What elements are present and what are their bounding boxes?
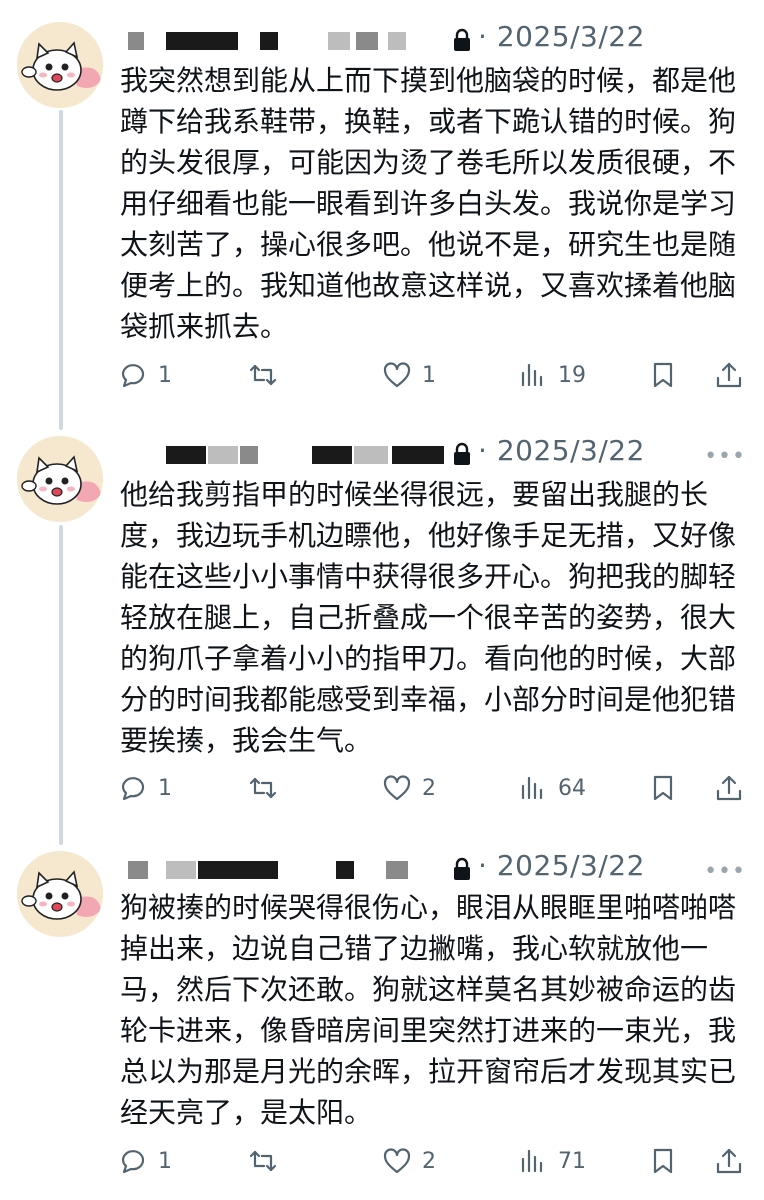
views-count: 64 [558, 775, 586, 801]
action-bar: 1 2 71 [118, 1141, 748, 1181]
like-icon [383, 362, 411, 388]
more-icon[interactable]: ••• [704, 444, 746, 469]
redacted-name [128, 32, 144, 50]
like-button[interactable]: 2 [382, 768, 436, 808]
tweet-date[interactable]: · 2025/3/22 [478, 849, 645, 882]
like-button[interactable]: 1 [382, 355, 436, 395]
tweet-text: 我突然想到能从上而下摸到他脑袋的时候，都是他蹲下给我系鞋带，换鞋，或者下跪认错的… [120, 64, 737, 343]
views-count: 71 [558, 1148, 586, 1174]
redacted-name [240, 861, 278, 879]
more-icon[interactable]: ••• [704, 859, 746, 884]
retweet-icon [249, 777, 277, 799]
action-bar: 1 1 19 [118, 355, 748, 395]
bookmark-button[interactable] [648, 1141, 678, 1181]
views-count: 19 [558, 362, 586, 388]
avatar[interactable] [17, 22, 103, 108]
like-count: 2 [422, 775, 436, 801]
redacted-name [240, 446, 258, 464]
like-count: 1 [422, 362, 436, 388]
tweet-text: 狗被揍的时候哭得很伤心，眼泪从眼眶里啪嗒啪嗒掉出来，边说自己错了边撇嘴，我心软就… [120, 891, 737, 1129]
tweet[interactable]: · 2025/3/22 ••• 狗被揍的时候哭得很伤心，眼泪从眼眶里啪嗒啪嗒掉出… [0, 847, 764, 1197]
redacted-name [166, 861, 196, 879]
avatar[interactable] [17, 851, 103, 937]
bookmark-button[interactable] [648, 355, 678, 395]
tweet[interactable]: · 2025/3/22 我突然想到能从上而下摸到他脑袋的时候，都是他蹲下给我系鞋… [0, 18, 764, 418]
redacted-handle [312, 446, 352, 464]
retweet-icon [249, 1150, 277, 1172]
redacted-handle [392, 446, 444, 464]
like-icon [383, 775, 411, 801]
reply-icon [121, 1150, 145, 1174]
tweet-date[interactable]: · 2025/3/22 [478, 434, 645, 467]
views-icon [521, 1149, 543, 1173]
share-button[interactable] [714, 355, 744, 395]
lock-icon [452, 857, 472, 881]
reply-icon [121, 777, 145, 801]
views-icon [521, 363, 543, 387]
redacted-name [208, 446, 238, 464]
bookmark-button[interactable] [648, 768, 678, 808]
redacted-handle [356, 32, 378, 50]
views-icon [521, 776, 543, 800]
lock-icon [452, 28, 472, 52]
redacted-handle [328, 32, 350, 50]
avatar[interactable] [17, 436, 103, 522]
redacted-name [166, 32, 238, 50]
reply-button[interactable]: 1 [118, 768, 172, 808]
share-icon [716, 362, 742, 388]
retweet-button[interactable] [248, 355, 288, 395]
reply-icon [121, 364, 145, 388]
views-button[interactable]: 71 [518, 1141, 586, 1181]
share-icon [716, 1148, 742, 1174]
bookmark-icon [653, 362, 673, 388]
bookmark-icon [653, 1148, 673, 1174]
views-button[interactable]: 19 [518, 355, 586, 395]
share-button[interactable] [714, 768, 744, 808]
tweet-header: · 2025/3/22 [120, 18, 760, 58]
retweet-button[interactable] [248, 768, 288, 808]
tweet-header: · 2025/3/22 [120, 432, 760, 472]
tweet[interactable]: · 2025/3/22 ••• 他给我剪指甲的时候坐得很远，要留出我腿的长度，我… [0, 432, 764, 832]
like-button[interactable]: 2 [382, 1141, 436, 1181]
bookmark-icon [653, 775, 673, 801]
tweet-date[interactable]: · 2025/3/22 [478, 20, 645, 53]
reply-button[interactable]: 1 [118, 355, 172, 395]
redacted-handle [388, 32, 406, 50]
retweet-button[interactable] [248, 1141, 288, 1181]
like-icon [383, 1148, 411, 1174]
redacted-handle [354, 446, 388, 464]
tweet-header: · 2025/3/22 [120, 847, 760, 887]
share-icon [716, 775, 742, 801]
action-bar: 1 2 64 [118, 768, 748, 808]
redacted-handle [386, 861, 408, 879]
reply-count: 1 [158, 775, 172, 801]
reply-button[interactable]: 1 [118, 1141, 172, 1181]
reply-count: 1 [158, 362, 172, 388]
redacted-name [166, 446, 206, 464]
reply-count: 1 [158, 1148, 172, 1174]
redacted-name [260, 32, 278, 50]
views-button[interactable]: 64 [518, 768, 586, 808]
redacted-handle [336, 861, 354, 879]
like-count: 2 [422, 1148, 436, 1174]
retweet-icon [249, 364, 277, 386]
lock-icon [452, 442, 472, 466]
redacted-name [198, 861, 240, 879]
share-button[interactable] [714, 1141, 744, 1181]
tweet-text: 他给我剪指甲的时候坐得很远，要留出我腿的长度，我边玩手机边瞟他，他好像手足无措，… [120, 478, 737, 757]
redacted-name [128, 861, 148, 879]
